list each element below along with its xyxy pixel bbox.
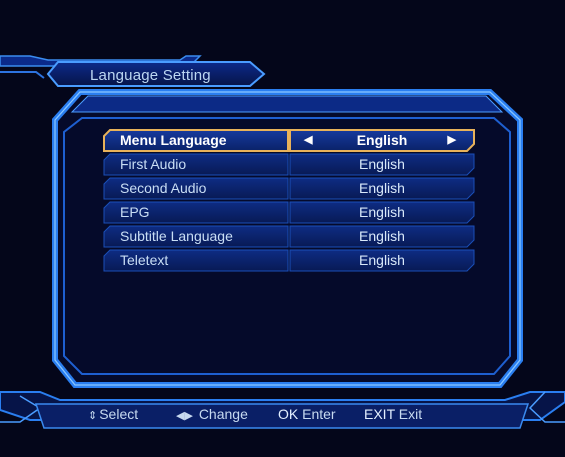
setting-label: EPG [120,204,150,220]
setting-value[interactable]: English ◀ ▶ [290,130,474,151]
setting-label: Menu Language [120,132,227,148]
setting-row[interactable]: Menu Language English ◀ ▶ [104,130,474,151]
setting-value[interactable]: English [290,202,474,223]
setting-value[interactable]: English [290,250,474,271]
setting-value-text: English [359,228,405,244]
legend-exit-label: Exit [398,406,423,422]
legend-change: ◀▶ Change [176,405,248,425]
arrow-right-icon[interactable]: ▶ [448,130,456,151]
legend-select: ⇕ Select [88,405,138,425]
setting-row[interactable]: EPG English [104,202,474,223]
setting-value-text: English [359,180,405,196]
setting-row[interactable]: Second Audio English [104,178,474,199]
setting-value-text: English [359,156,405,172]
setting-value[interactable]: English [290,154,474,175]
setting-value[interactable]: English [290,178,474,199]
setting-row[interactable]: Teletext English [104,250,474,271]
setting-label: Second Audio [120,180,207,196]
setting-label: Subtitle Language [120,228,233,244]
setting-value-text: English [359,204,405,220]
legend-select-label: Select [99,406,139,422]
setting-label: First Audio [120,156,187,172]
setting-value[interactable]: English [290,226,474,247]
arrow-left-icon[interactable]: ◀ [304,130,312,151]
exit-key-label: EXIT [364,406,395,422]
legend-ok-label: Enter [302,406,336,422]
setting-label: Teletext [120,252,169,268]
setting-value-text: English [356,132,408,148]
legend-change-label: Change [198,406,248,422]
leftright-arrows-icon: ◀▶ [176,410,193,422]
legend-ok: OK Enter [278,405,336,423]
page-title: Language Setting [90,67,211,84]
setting-row[interactable]: First Audio English [104,154,474,175]
setting-row[interactable]: Subtitle Language English [104,226,474,247]
tv-menu-screen: Language Setting Menu Language English ◀ ▶ F… [0,0,565,457]
updown-arrows-icon: ⇕ [88,410,98,422]
legend-exit: EXIT Exit [364,405,422,423]
setting-value-text: English [359,252,405,268]
ok-key-label: OK [278,406,299,422]
